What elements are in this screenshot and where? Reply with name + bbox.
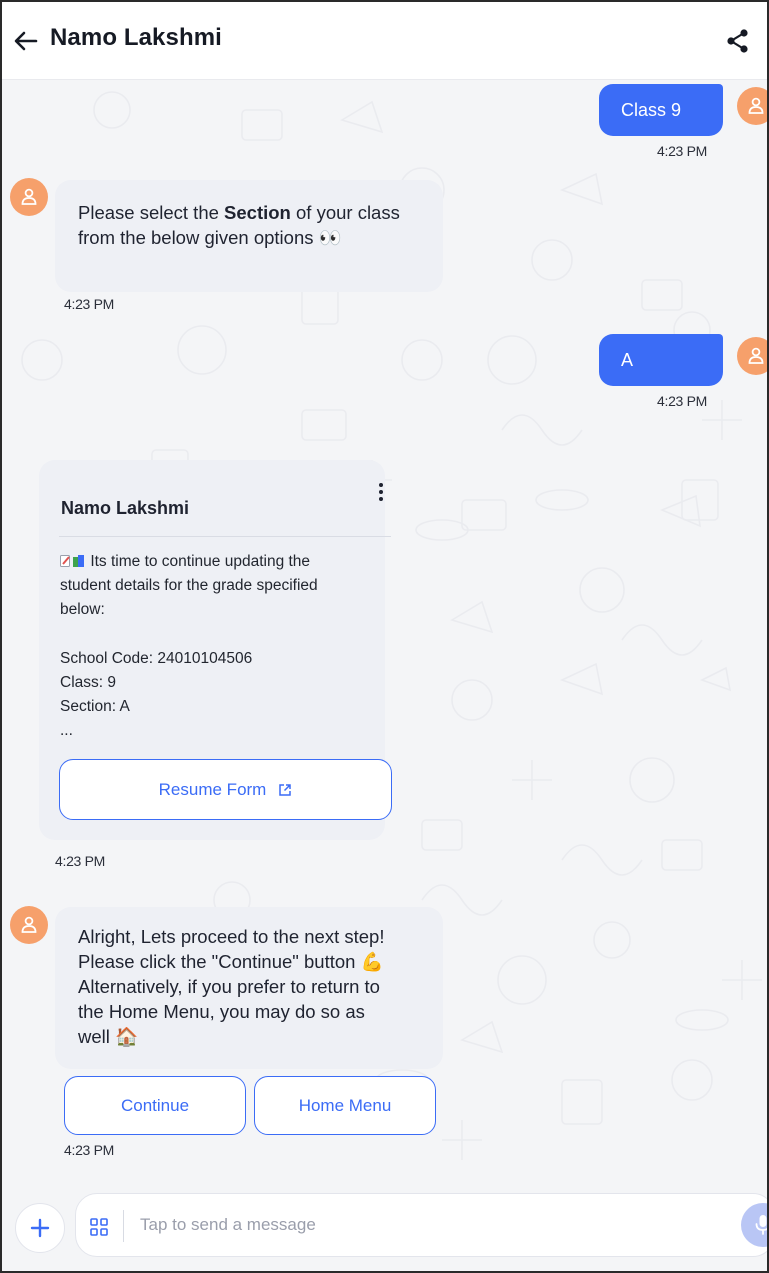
- message-time: 4:23 PM: [55, 853, 106, 869]
- form-card: Namo Lakshmi Its time to continue updati…: [39, 460, 392, 840]
- chat-window: Namo Lakshmi Class 9 4:23 PM Please sele…: [0, 0, 769, 1273]
- card-line: School Code: 24010104506: [60, 649, 253, 667]
- message-input[interactable]: [140, 1208, 660, 1242]
- person-icon: [748, 347, 764, 364]
- person-icon: [21, 188, 37, 205]
- bot-avatar: [10, 178, 48, 216]
- resume-form-label: Resume Form: [158, 779, 267, 799]
- message-time: 4:23 PM: [657, 393, 708, 409]
- arrow-left-icon[interactable]: [12, 27, 40, 55]
- voice-input-button[interactable]: [741, 1203, 767, 1247]
- card-line: student details for the grade specified: [60, 577, 318, 595]
- resume-form-button[interactable]: Resume Form: [59, 759, 392, 820]
- user-avatar: [737, 87, 767, 125]
- card-line: Its time to continue updating the: [60, 550, 385, 574]
- app-header: Namo Lakshmi: [2, 2, 767, 80]
- card-line: Section: A: [60, 698, 130, 716]
- message-text: Class 9: [621, 99, 682, 120]
- message-line: Please click the "Continue" button 💪: [78, 951, 384, 972]
- message-bold-text: Section: [224, 202, 291, 223]
- card-line-text: Its time to continue updating the: [90, 553, 311, 570]
- incoming-message-section-prompt: Please select the Section of your class …: [55, 180, 443, 292]
- home-menu-button[interactable]: Home Menu: [254, 1076, 436, 1135]
- card-divider: [59, 536, 391, 537]
- message-composer: [75, 1193, 767, 1257]
- card-line: Class: 9: [60, 673, 116, 691]
- message-time: 4:23 PM: [64, 296, 115, 312]
- card-line: below:: [60, 601, 105, 619]
- microphone-icon: [755, 1215, 767, 1235]
- bot-avatar: [10, 906, 48, 944]
- card-title: Namo Lakshmi: [61, 498, 190, 518]
- card-line: ...: [60, 722, 73, 740]
- message-text: Please select the: [78, 202, 225, 223]
- outgoing-message-section: A: [599, 334, 723, 386]
- continue-button[interactable]: Continue: [64, 1076, 246, 1135]
- message-line: Alright, Lets proceed to the next step!: [78, 926, 385, 947]
- share-icon[interactable]: [724, 27, 752, 55]
- message-time: 4:23 PM: [64, 1142, 115, 1158]
- chat-title: Namo Lakshmi: [50, 24, 222, 51]
- apps-grid-icon[interactable]: [90, 1218, 108, 1236]
- person-icon: [21, 916, 37, 933]
- message-line: well 🏠: [78, 1026, 139, 1047]
- books-icon: [73, 555, 84, 567]
- card-body: Its time to continue updating the studen…: [60, 550, 385, 744]
- plus-icon: [30, 1218, 50, 1238]
- add-attachment-button[interactable]: [15, 1203, 65, 1253]
- composer-divider: [123, 1210, 124, 1242]
- external-link-icon: [279, 783, 292, 796]
- more-options-icon[interactable]: [369, 479, 393, 505]
- message-list[interactable]: Class 9 4:23 PM Please select the Sectio…: [2, 80, 767, 1178]
- user-avatar: [737, 337, 767, 375]
- incoming-message-proceed: Alright, Lets proceed to the next step! …: [55, 907, 443, 1069]
- outgoing-message-class: Class 9: [599, 84, 723, 136]
- message-time: 4:23 PM: [657, 143, 708, 159]
- message-line: Alternatively, if you prefer to return t…: [78, 976, 380, 997]
- memo-icon: [60, 555, 70, 567]
- card-line: [60, 623, 385, 647]
- message-line: the Home Menu, you may do so as: [78, 1001, 365, 1022]
- person-icon: [748, 97, 764, 114]
- message-text: A: [621, 349, 634, 370]
